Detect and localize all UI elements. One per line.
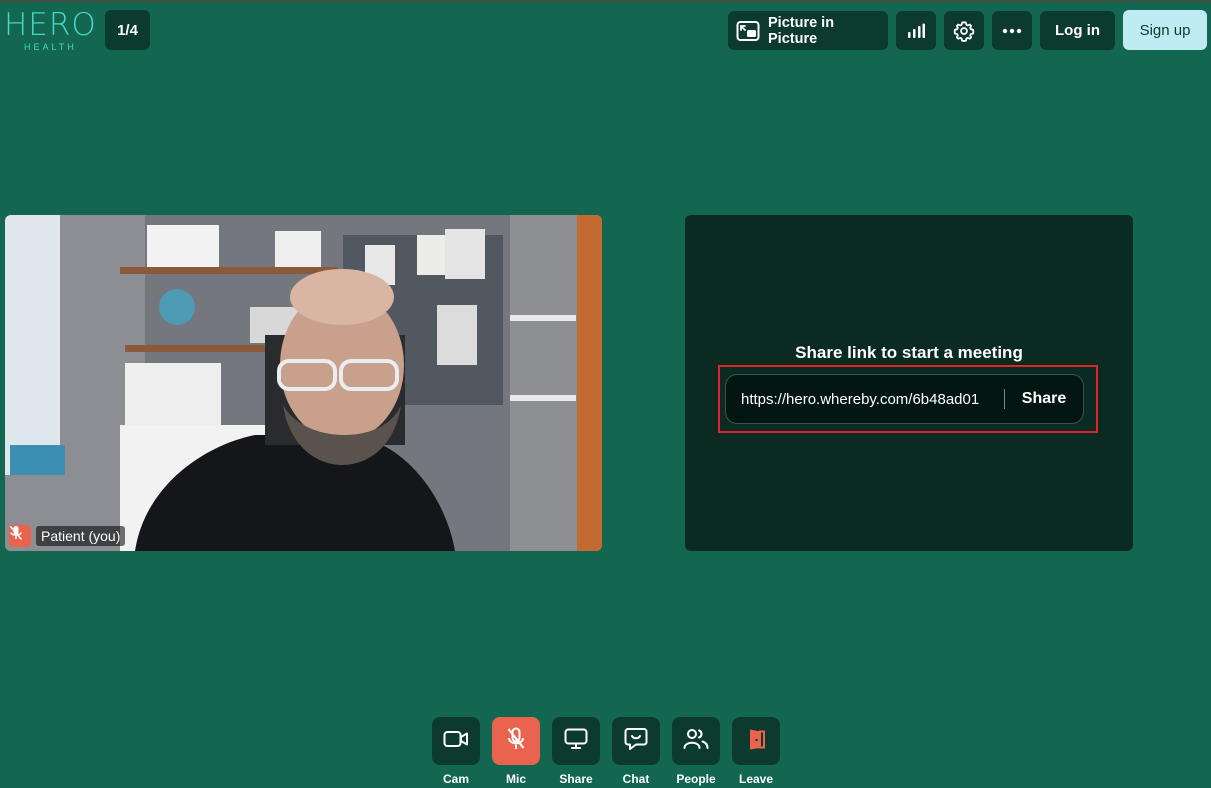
login-button[interactable]: Log in — [1040, 11, 1115, 50]
control-leave[interactable]: Leave — [732, 717, 780, 786]
control-people[interactable]: People — [672, 717, 720, 786]
share-label: Share — [559, 772, 593, 786]
signup-button[interactable]: Sign up — [1123, 10, 1207, 50]
hero-health-logo: HERO HEALTH — [4, 9, 98, 53]
control-cam[interactable]: Cam — [432, 717, 480, 786]
gear-icon — [953, 20, 975, 42]
self-video-tile: Patient (you) — [5, 215, 602, 551]
cam-label: Cam — [442, 772, 469, 786]
mic-off-icon — [506, 727, 526, 756]
logo-subtitle: HEALTH — [24, 42, 77, 52]
leave-label: Leave — [738, 772, 774, 786]
people-button[interactable] — [672, 717, 720, 765]
participant-counter[interactable]: 1/4 — [105, 10, 150, 50]
share-link-button[interactable]: Share — [1005, 375, 1083, 423]
logo-wordmark: HERO — [4, 7, 97, 43]
people-icon — [683, 728, 709, 755]
mic-button[interactable] — [492, 717, 540, 765]
camera-feed-image — [5, 215, 602, 551]
leave-button[interactable] — [732, 717, 780, 765]
mic-muted-icon — [9, 525, 31, 547]
pip-icon — [736, 20, 760, 42]
leave-icon — [745, 727, 767, 756]
share-link-title: Share link to start a meeting — [795, 343, 1023, 362]
camera-icon — [443, 730, 469, 753]
screen-share-icon — [564, 728, 588, 755]
share-link-field: Share — [725, 374, 1084, 424]
control-chat[interactable]: Chat — [612, 717, 660, 786]
participant-name: Patient (you) — [36, 526, 126, 546]
share-link-panel: Share link to start a meeting Share — [685, 215, 1133, 551]
control-mic[interactable]: Mic — [492, 717, 540, 786]
cam-button[interactable] — [432, 717, 480, 765]
participant-name-tag: Patient (you) — [9, 525, 126, 547]
chat-icon — [624, 727, 648, 756]
meeting-link-input[interactable] — [741, 390, 999, 408]
control-share[interactable]: Share — [552, 717, 600, 786]
picture-in-picture-button[interactable]: Picture in Picture — [728, 11, 888, 50]
mic-label: Mic — [505, 772, 526, 786]
connection-stats-button[interactable] — [896, 11, 936, 50]
settings-button[interactable] — [944, 11, 984, 50]
chat-label: Chat — [622, 772, 650, 786]
screen-share-button[interactable] — [552, 717, 600, 765]
people-label: People — [676, 772, 716, 786]
more-dots-icon — [1002, 28, 1022, 34]
signal-bars-icon — [907, 23, 925, 39]
pip-label: Picture in Picture — [768, 14, 835, 47]
chat-button[interactable] — [612, 717, 660, 765]
more-options-button[interactable] — [992, 11, 1032, 50]
